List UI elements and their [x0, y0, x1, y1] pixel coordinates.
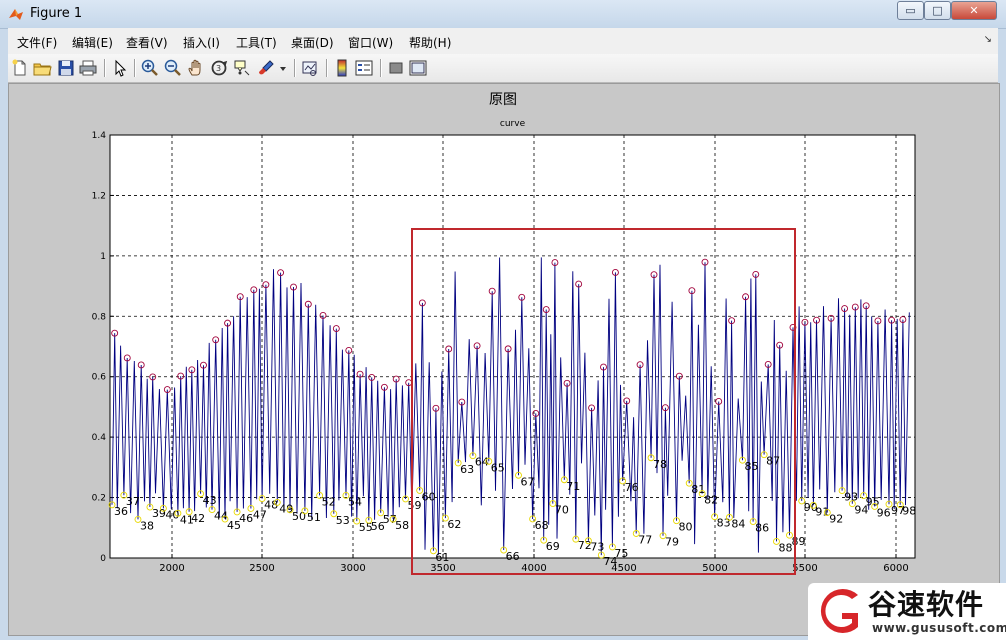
valley-label: 83 [717, 517, 731, 530]
valley-label: 60 [422, 490, 436, 503]
valley-label: 38 [140, 519, 154, 532]
valley-label: 86 [755, 522, 769, 535]
valley-label: 65 [491, 461, 505, 474]
valley-label: 79 [665, 536, 679, 549]
y-tick-label: 1.2 [92, 191, 106, 201]
valley-label: 82 [704, 494, 718, 507]
valley-label: 62 [447, 518, 461, 531]
watermark-text: 谷速软件 [868, 588, 985, 621]
valley-label: 61 [435, 551, 449, 564]
valley-label: 92 [829, 513, 843, 526]
valley-label: 67 [521, 475, 535, 488]
valley-label: 88 [778, 541, 792, 554]
y-tick-label: 1.4 [92, 131, 107, 141]
x-tick-label: 5000 [702, 563, 727, 574]
watermark-url: www.gususoft.com [872, 621, 1006, 635]
valley-label: 66 [506, 550, 520, 563]
y-tick-label: 0.8 [92, 312, 107, 322]
x-tick-label: 2500 [249, 563, 274, 574]
valley-label: 71 [566, 480, 580, 493]
valley-label: 89 [792, 535, 806, 548]
valley-label: 51 [307, 511, 321, 524]
valley-label: 68 [535, 519, 549, 532]
valley-label: 77 [638, 533, 652, 546]
valley-label: 52 [322, 495, 336, 508]
y-tick-label: 0.2 [92, 494, 106, 504]
valley-label: 93 [844, 491, 858, 504]
valley-label: 84 [731, 517, 745, 530]
x-tick-label: 3000 [340, 563, 365, 574]
axes-title: curve [500, 119, 526, 129]
x-tick-label: 4000 [521, 563, 546, 574]
valley-label: 54 [348, 495, 362, 508]
valley-label: 81 [691, 483, 705, 496]
x-tick-label: 2000 [159, 563, 184, 574]
gususoft-logo-icon [820, 589, 858, 633]
valley-label: 43 [203, 494, 217, 507]
valley-label: 37 [126, 495, 140, 508]
valley-label: 96 [877, 506, 891, 519]
x-tick-label: 6000 [883, 563, 908, 574]
valley-label: 87 [766, 455, 780, 468]
valley-label: 69 [546, 540, 560, 553]
valley-label: 42 [191, 512, 205, 525]
y-tick-label: 0 [100, 554, 106, 564]
valley-label: 46 [239, 512, 253, 525]
valley-label: 63 [460, 463, 474, 476]
valley-label: 76 [625, 481, 639, 494]
valley-label: 39 [152, 507, 166, 520]
valley-label: 85 [744, 460, 758, 473]
valley-label: 53 [336, 514, 350, 527]
valley-label: 75 [614, 547, 628, 560]
valley-label: 59 [408, 499, 422, 512]
valley-label: 50 [292, 510, 306, 523]
valley-label: 64 [475, 456, 489, 469]
valley-label: 70 [555, 504, 569, 517]
y-tick-label: 0.4 [92, 433, 107, 443]
valley-label: 98 [902, 505, 916, 518]
valley-label: 80 [679, 521, 693, 534]
y-tick-label: 0.6 [92, 373, 107, 383]
x-tick-label: 5500 [792, 563, 817, 574]
valley-label: 91 [815, 505, 829, 518]
x-tick-label: 3500 [430, 563, 455, 574]
y-tick-label: 1 [100, 252, 106, 262]
watermark: 谷速软件 www.gususoft.com [808, 583, 1006, 640]
valley-label: 58 [395, 519, 409, 532]
plot-axes[interactable]: curve2000 2500 3000 3500 4000 4500 5000 5500 600… [0, 0, 1006, 640]
valley-label: 78 [653, 458, 667, 471]
